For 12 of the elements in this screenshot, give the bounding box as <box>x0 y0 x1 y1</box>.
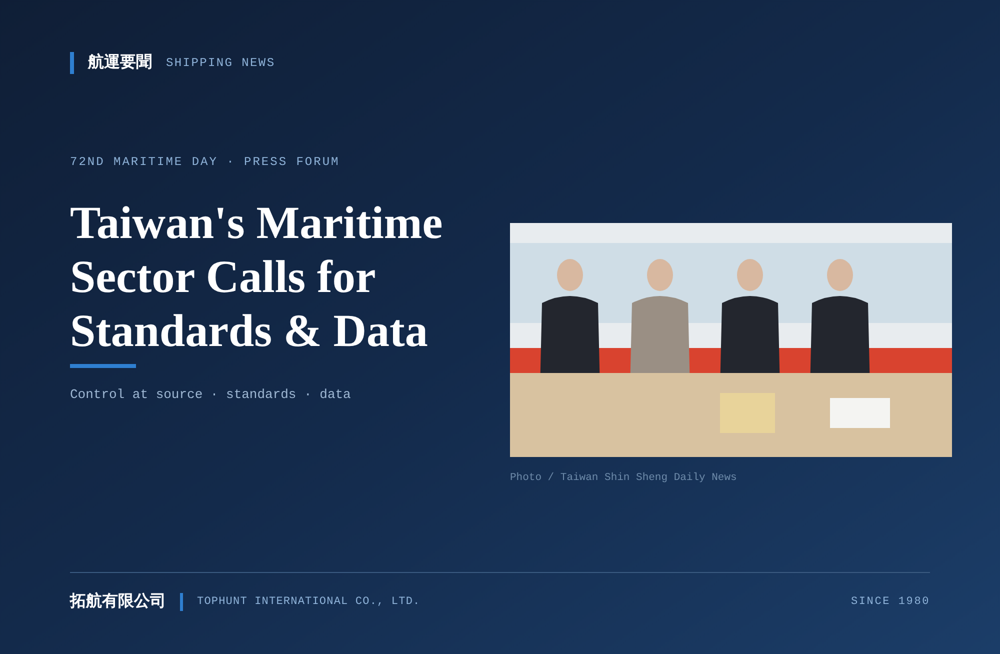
section-label-english: SHIPPING NEWS <box>166 55 276 72</box>
accent-bar <box>180 593 183 611</box>
subtitle: Control at source · standards · data <box>70 386 352 404</box>
accent-bar <box>70 52 74 74</box>
section-label: 航運要聞 <box>88 52 152 73</box>
eyebrow-text: 72ND MARITIME DAY · PRESS FORUM <box>70 154 341 170</box>
company-name: 拓航有限公司 <box>70 591 166 612</box>
headline: Taiwan's Maritime Sector Calls for Standards & Data <box>70 196 444 358</box>
since-text: SINCE 1980 <box>850 594 930 610</box>
headline-underline <box>70 364 136 368</box>
company-name-english: TOPHUNT INTERNATIONAL CO., LTD. <box>197 594 420 610</box>
photo-caption: Photo / Taiwan Shin Sheng Daily News <box>510 471 738 486</box>
